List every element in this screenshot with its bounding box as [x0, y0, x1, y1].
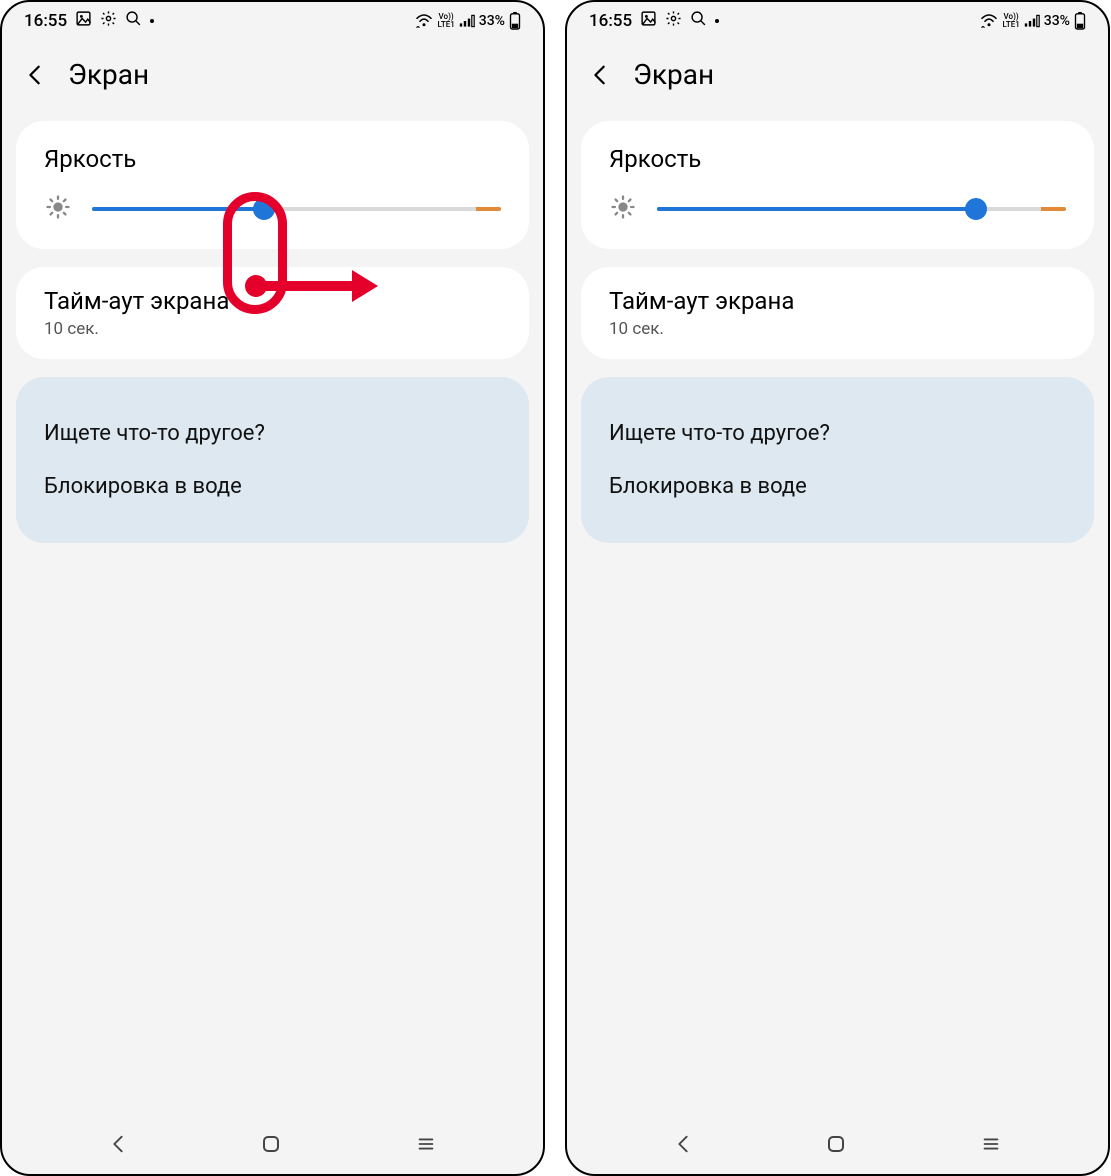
brightness-title: Яркость [44, 145, 501, 173]
looking-title: Ищете что-то другое? [609, 407, 1066, 460]
brightness-slider[interactable] [92, 199, 501, 219]
signal-icon [459, 14, 475, 28]
search-icon [125, 10, 142, 32]
gear-icon [100, 10, 117, 32]
page-title: Экран [633, 58, 714, 91]
wifi-icon [980, 14, 998, 28]
nav-recents-button[interactable] [979, 1133, 1003, 1155]
looking-card: Ищете что-то другое? Блокировка в воде [16, 377, 529, 543]
nav-home-button[interactable] [824, 1132, 848, 1156]
page-title: Экран [68, 58, 149, 91]
brightness-card: Яркость [16, 121, 529, 249]
brightness-card: Яркость [581, 121, 1094, 249]
phone-screenshot-left: 16:55 Vo)) LTE1 33% [0, 0, 545, 1176]
volte-icon: Vo)) LTE1 [437, 13, 454, 29]
sun-icon [44, 193, 72, 225]
brightness-slider[interactable] [657, 199, 1066, 219]
battery-icon [1074, 12, 1086, 30]
volte-icon: Vo)) LTE1 [1002, 13, 1019, 29]
sun-icon [609, 193, 637, 225]
more-dot-icon [715, 19, 719, 23]
gear-icon [665, 10, 682, 32]
image-icon [75, 10, 92, 32]
page-header: Экран [567, 40, 1108, 121]
status-bar: 16:55 Vo)) LTE1 33% [567, 2, 1108, 40]
timeout-card[interactable]: Тайм-аут экрана 10 сек. [16, 267, 529, 359]
back-button[interactable] [24, 64, 46, 86]
status-time: 16:55 [24, 11, 67, 31]
nav-back-button[interactable] [672, 1133, 694, 1155]
nav-recents-button[interactable] [414, 1133, 438, 1155]
status-bar: 16:55 Vo)) LTE1 33% [2, 2, 543, 40]
image-icon [640, 10, 657, 32]
timeout-title: Тайм-аут экрана [609, 287, 1066, 315]
signal-icon [1024, 14, 1040, 28]
status-time: 16:55 [589, 11, 632, 31]
battery-text: 33% [1044, 13, 1070, 29]
phone-screenshot-right: 16:55 Vo)) LTE1 33% [565, 0, 1110, 1176]
water-lock-item[interactable]: Блокировка в воде [609, 460, 1066, 513]
timeout-title: Тайм-аут экрана [44, 287, 501, 315]
wifi-icon [415, 14, 433, 28]
timeout-value: 10 сек. [609, 319, 1066, 339]
brightness-title: Яркость [609, 145, 1066, 173]
looking-card: Ищете что-то другое? Блокировка в воде [581, 377, 1094, 543]
back-button[interactable] [589, 64, 611, 86]
nav-bar [567, 1114, 1108, 1174]
page-header: Экран [2, 40, 543, 121]
timeout-card[interactable]: Тайм-аут экрана 10 сек. [581, 267, 1094, 359]
looking-title: Ищете что-то другое? [44, 407, 501, 460]
nav-bar [2, 1114, 543, 1174]
water-lock-item[interactable]: Блокировка в воде [44, 460, 501, 513]
battery-text: 33% [479, 13, 505, 29]
timeout-value: 10 сек. [44, 319, 501, 339]
search-icon [690, 10, 707, 32]
battery-icon [509, 12, 521, 30]
more-dot-icon [150, 19, 154, 23]
nav-home-button[interactable] [259, 1132, 283, 1156]
nav-back-button[interactable] [107, 1133, 129, 1155]
